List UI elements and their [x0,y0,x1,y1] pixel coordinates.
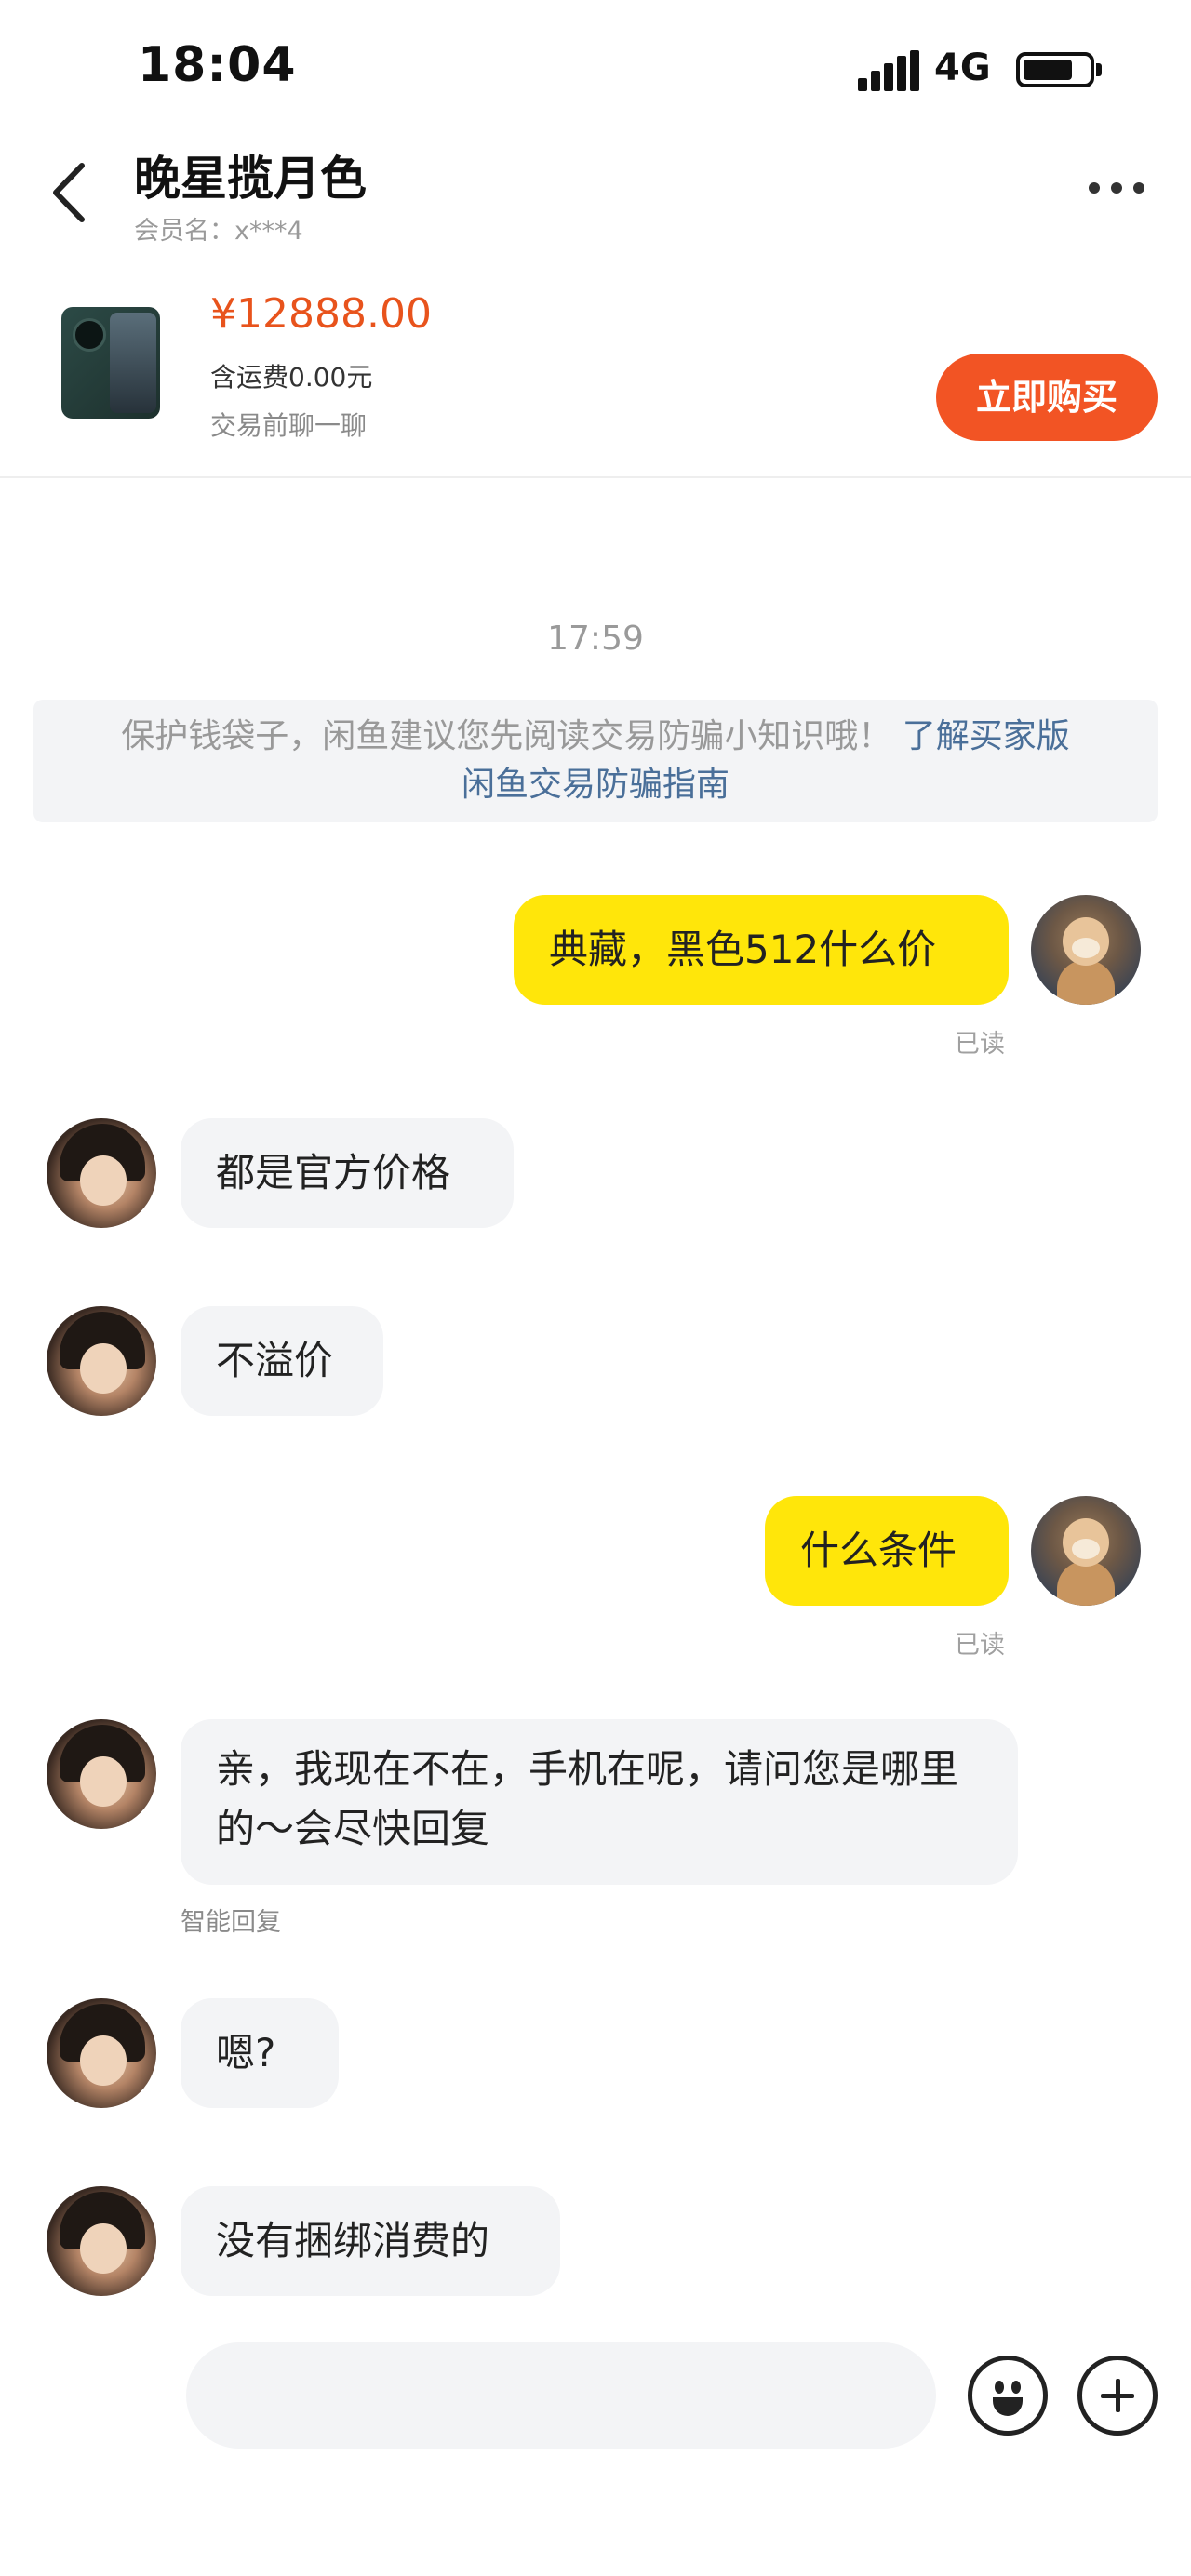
plus-icon[interactable] [1077,2356,1158,2436]
product-thumbnail[interactable] [58,305,162,420]
chat-prompt: 交易前聊一聊 [210,410,368,441]
message-input[interactable] [186,2342,936,2449]
read-status: 已读 [955,1030,1005,1059]
battery-icon [1016,52,1094,87]
seller-avatar[interactable] [47,2186,156,2296]
read-status: 已读 [955,1631,1005,1660]
more-icon[interactable] [1089,182,1146,195]
guide-link-part1[interactable]: 了解买家版 [903,717,1070,755]
buy-now-button[interactable]: 立即购买 [936,354,1158,441]
member-name: 会员名：x***4 [134,217,303,246]
product-price: ¥12888.00 [210,290,432,338]
back-icon[interactable] [47,160,93,225]
guide-link-part2[interactable]: 闲鱼交易防骗指南 [462,766,729,804]
battery-tip [1096,63,1102,76]
seller-message[interactable]: 亲，我现在不在，手机在呢，请问您是哪里的～会尽快回复 [181,1719,1018,1885]
emoji-icon[interactable] [968,2356,1048,2436]
smart-reply-label: 智能回复 [181,1908,281,1937]
seller-avatar[interactable] [47,1998,156,2108]
network-label: 4G [934,47,991,89]
divider [0,476,1191,478]
signal-icon [858,50,919,91]
chat-timestamp: 17:59 [547,620,644,658]
chat-title: 晚星揽月色 [134,152,367,206]
my-message[interactable]: 典藏，黑色512什么价 [514,895,1009,1005]
seller-avatar[interactable] [47,1719,156,1829]
my-message[interactable]: 什么条件 [765,1496,1009,1606]
shipping-info: 含运费0.00元 [210,362,373,393]
seller-avatar[interactable] [47,1118,156,1228]
seller-message[interactable]: 没有捆绑消费的 [181,2186,560,2296]
status-time: 18:04 [138,37,297,93]
anti-fraud-notice: 保护钱袋子，闲鱼建议您先阅读交易防骗小知识哦！ 了解买家版 闲鱼交易防骗指南 [33,700,1158,822]
seller-avatar[interactable] [47,1306,156,1416]
seller-message[interactable]: 都是官方价格 [181,1118,514,1228]
notice-text: 保护钱袋子，闲鱼建议您先阅读交易防骗小知识哦！ [121,717,892,755]
seller-message[interactable]: 嗯? [181,1998,339,2108]
seller-message[interactable]: 不溢价 [181,1306,383,1416]
my-avatar[interactable] [1031,895,1141,1005]
my-avatar[interactable] [1031,1496,1141,1606]
